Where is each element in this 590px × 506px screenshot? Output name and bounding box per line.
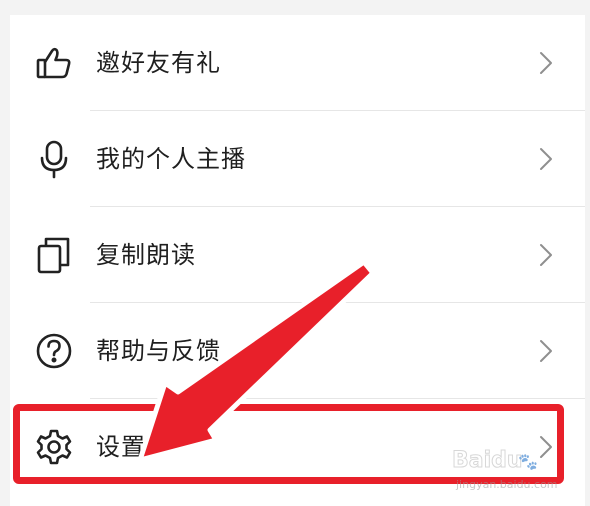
menu-item-my-anchor[interactable]: 我的个人主播 [10,111,585,207]
menu-item-label: 帮助与反馈 [96,337,221,365]
chevron-right-icon [536,434,556,460]
menu-card: 邀好友有礼 我的个人主播 复制朗读 帮助与反馈 设置 [10,15,585,506]
menu-item-label: 设置 [96,433,146,461]
menu-item-copy-read[interactable]: 复制朗读 [10,207,585,303]
menu-item-invite-friends[interactable]: 邀好友有礼 [10,15,585,111]
menu-item-label: 我的个人主播 [96,145,246,173]
chevron-right-icon [536,242,556,268]
help-circle-icon [34,331,74,371]
thumbs-up-icon [34,43,74,83]
chevron-right-icon [536,146,556,172]
menu-item-label: 邀好友有礼 [96,49,221,77]
gear-icon [34,427,74,467]
copy-icon [34,235,74,275]
menu-item-settings[interactable]: 设置 [10,399,585,495]
chevron-right-icon [536,338,556,364]
chevron-right-icon [536,50,556,76]
menu-item-help-feedback[interactable]: 帮助与反馈 [10,303,585,399]
menu-item-label: 复制朗读 [96,241,196,269]
microphone-icon [34,139,74,179]
